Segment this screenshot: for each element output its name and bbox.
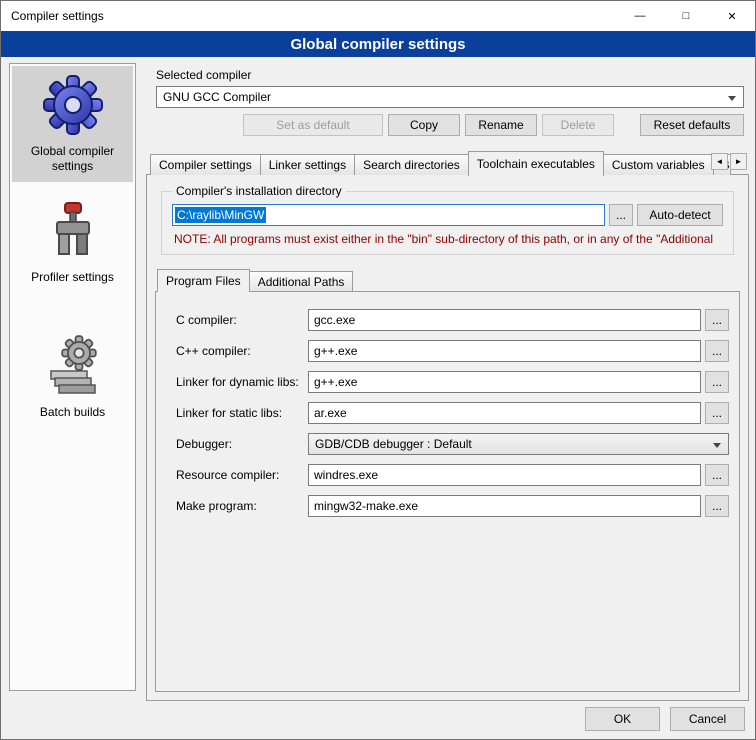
linker-dynamic-input[interactable]: g++.exe: [308, 371, 701, 393]
sidebar-item-label: Batch builds: [14, 405, 131, 420]
field-label: C++ compiler:: [176, 344, 308, 358]
tab-program-files[interactable]: Program Files: [157, 269, 250, 292]
program-files-tabbar: Program Files Additional Paths: [157, 269, 740, 291]
tab-scroll-right-icon[interactable]: ►: [730, 153, 747, 170]
tab-linker-settings[interactable]: Linker settings: [260, 154, 355, 175]
linker-static-browse-button[interactable]: ...: [705, 402, 729, 424]
dialog-footer: OK Cancel: [585, 707, 745, 731]
close-icon[interactable]: ✕: [709, 1, 755, 31]
button-spacer: [619, 114, 635, 136]
titlebar: Compiler settings — □ ✕: [1, 1, 755, 31]
form-row-c-compiler: C compiler: gcc.exe ...: [176, 304, 729, 335]
profiler-icon: [41, 198, 105, 262]
blue-gear-icon: [41, 72, 105, 136]
rename-button[interactable]: Rename: [465, 114, 537, 136]
ok-button[interactable]: OK: [585, 707, 660, 731]
cpp-compiler-input[interactable]: g++.exe: [308, 340, 701, 362]
compiler-select[interactable]: GNU GCC Compiler: [156, 86, 744, 108]
form-row-resource-compiler: Resource compiler: windres.exe ...: [176, 459, 729, 490]
installation-note: NOTE: All programs must exist either in …: [174, 232, 721, 246]
tab-compiler-settings[interactable]: Compiler settings: [150, 154, 261, 175]
form-row-linker-static: Linker for static libs: ar.exe ...: [176, 397, 729, 428]
minimize-icon[interactable]: —: [617, 1, 663, 31]
installation-directory-input[interactable]: C:\raylib\MinGW: [172, 204, 605, 226]
dialog-header-title: Global compiler settings: [1, 31, 755, 57]
window-title: Compiler settings: [1, 9, 104, 23]
field-value: gcc.exe: [314, 313, 355, 327]
form-row-debugger: Debugger: GDB/CDB debugger : Default: [176, 428, 729, 459]
field-value: ar.exe: [314, 406, 347, 420]
chevron-down-icon: [728, 96, 736, 101]
installation-directory-row: C:\raylib\MinGW ... Auto-detect: [172, 204, 723, 226]
batch-builds-icon: [41, 333, 105, 397]
field-value: g++.exe: [314, 344, 357, 358]
cancel-button[interactable]: Cancel: [670, 707, 745, 731]
sidebar-item-label: Global compiler settings: [14, 144, 131, 174]
field-label: Resource compiler:: [176, 468, 308, 482]
debugger-select-value: GDB/CDB debugger : Default: [315, 437, 472, 451]
make-program-browse-button[interactable]: ...: [705, 495, 729, 517]
chevron-down-icon: [713, 443, 721, 448]
settings-tabbar: Compiler settings Linker settings Search…: [150, 150, 749, 175]
installation-directory-value: C:\raylib\MinGW: [175, 207, 266, 223]
installation-directory-group: Compiler's installation directory C:\ray…: [161, 191, 734, 255]
compiler-select-value: GNU GCC Compiler: [163, 90, 271, 104]
toolchain-executables-panel: Compiler's installation directory C:\ray…: [146, 174, 749, 701]
form-row-cpp-compiler: C++ compiler: g++.exe ...: [176, 335, 729, 366]
tab-additional-paths[interactable]: Additional Paths: [249, 271, 354, 291]
field-label: C compiler:: [176, 313, 308, 327]
tab-toolchain-executables[interactable]: Toolchain executables: [468, 151, 604, 176]
compiler-actions: Set as default Copy Rename Delete Reset …: [156, 114, 744, 136]
reset-defaults-button[interactable]: Reset defaults: [640, 114, 744, 136]
sidebar-item-label: Profiler settings: [14, 270, 131, 285]
settings-category-sidebar: Global compiler settings Profiler settin…: [9, 63, 136, 691]
form-row-linker-dynamic: Linker for dynamic libs: g++.exe ...: [176, 366, 729, 397]
field-label: Debugger:: [176, 437, 308, 451]
auto-detect-button[interactable]: Auto-detect: [637, 204, 723, 226]
field-value: windres.exe: [314, 468, 378, 482]
resource-compiler-input[interactable]: windres.exe: [308, 464, 701, 486]
tab-search-directories[interactable]: Search directories: [354, 154, 469, 175]
installation-directory-group-title: Compiler's installation directory: [172, 184, 346, 198]
sidebar-item-batch-builds[interactable]: Batch builds: [12, 327, 133, 428]
field-label: Linker for dynamic libs:: [176, 375, 308, 389]
field-label: Make program:: [176, 499, 308, 513]
resource-compiler-browse-button[interactable]: ...: [705, 464, 729, 486]
selected-compiler-label: Selected compiler: [156, 68, 251, 82]
field-value: mingw32-make.exe: [314, 499, 418, 513]
sidebar-item-global-compiler-settings[interactable]: Global compiler settings: [12, 66, 133, 182]
maximize-icon[interactable]: □: [663, 1, 709, 31]
make-program-input[interactable]: mingw32-make.exe: [308, 495, 701, 517]
debugger-select[interactable]: GDB/CDB debugger : Default: [308, 433, 729, 455]
c-compiler-input[interactable]: gcc.exe: [308, 309, 701, 331]
linker-static-input[interactable]: ar.exe: [308, 402, 701, 424]
copy-button[interactable]: Copy: [388, 114, 460, 136]
tab-scroll-buttons: ◄ ►: [711, 153, 747, 170]
field-label: Linker for static libs:: [176, 406, 308, 420]
tab-scroll-left-icon[interactable]: ◄: [711, 153, 728, 170]
tab-custom-variables[interactable]: Custom variables: [603, 154, 714, 175]
caption-buttons: — □ ✕: [617, 1, 755, 31]
form-row-make-program: Make program: mingw32-make.exe ...: [176, 490, 729, 521]
main-content: Selected compiler GNU GCC Compiler Set a…: [146, 63, 749, 703]
compiler-settings-window: Compiler settings — □ ✕ Global compiler …: [0, 0, 756, 740]
program-files-panel: C compiler: gcc.exe ... C++ compiler: g+…: [155, 291, 740, 692]
set-as-default-button[interactable]: Set as default: [243, 114, 383, 136]
c-compiler-browse-button[interactable]: ...: [705, 309, 729, 331]
delete-button[interactable]: Delete: [542, 114, 614, 136]
linker-dynamic-browse-button[interactable]: ...: [705, 371, 729, 393]
cpp-compiler-browse-button[interactable]: ...: [705, 340, 729, 362]
installation-directory-browse-button[interactable]: ...: [609, 204, 633, 226]
sidebar-item-profiler-settings[interactable]: Profiler settings: [12, 192, 133, 293]
field-value: g++.exe: [314, 375, 357, 389]
